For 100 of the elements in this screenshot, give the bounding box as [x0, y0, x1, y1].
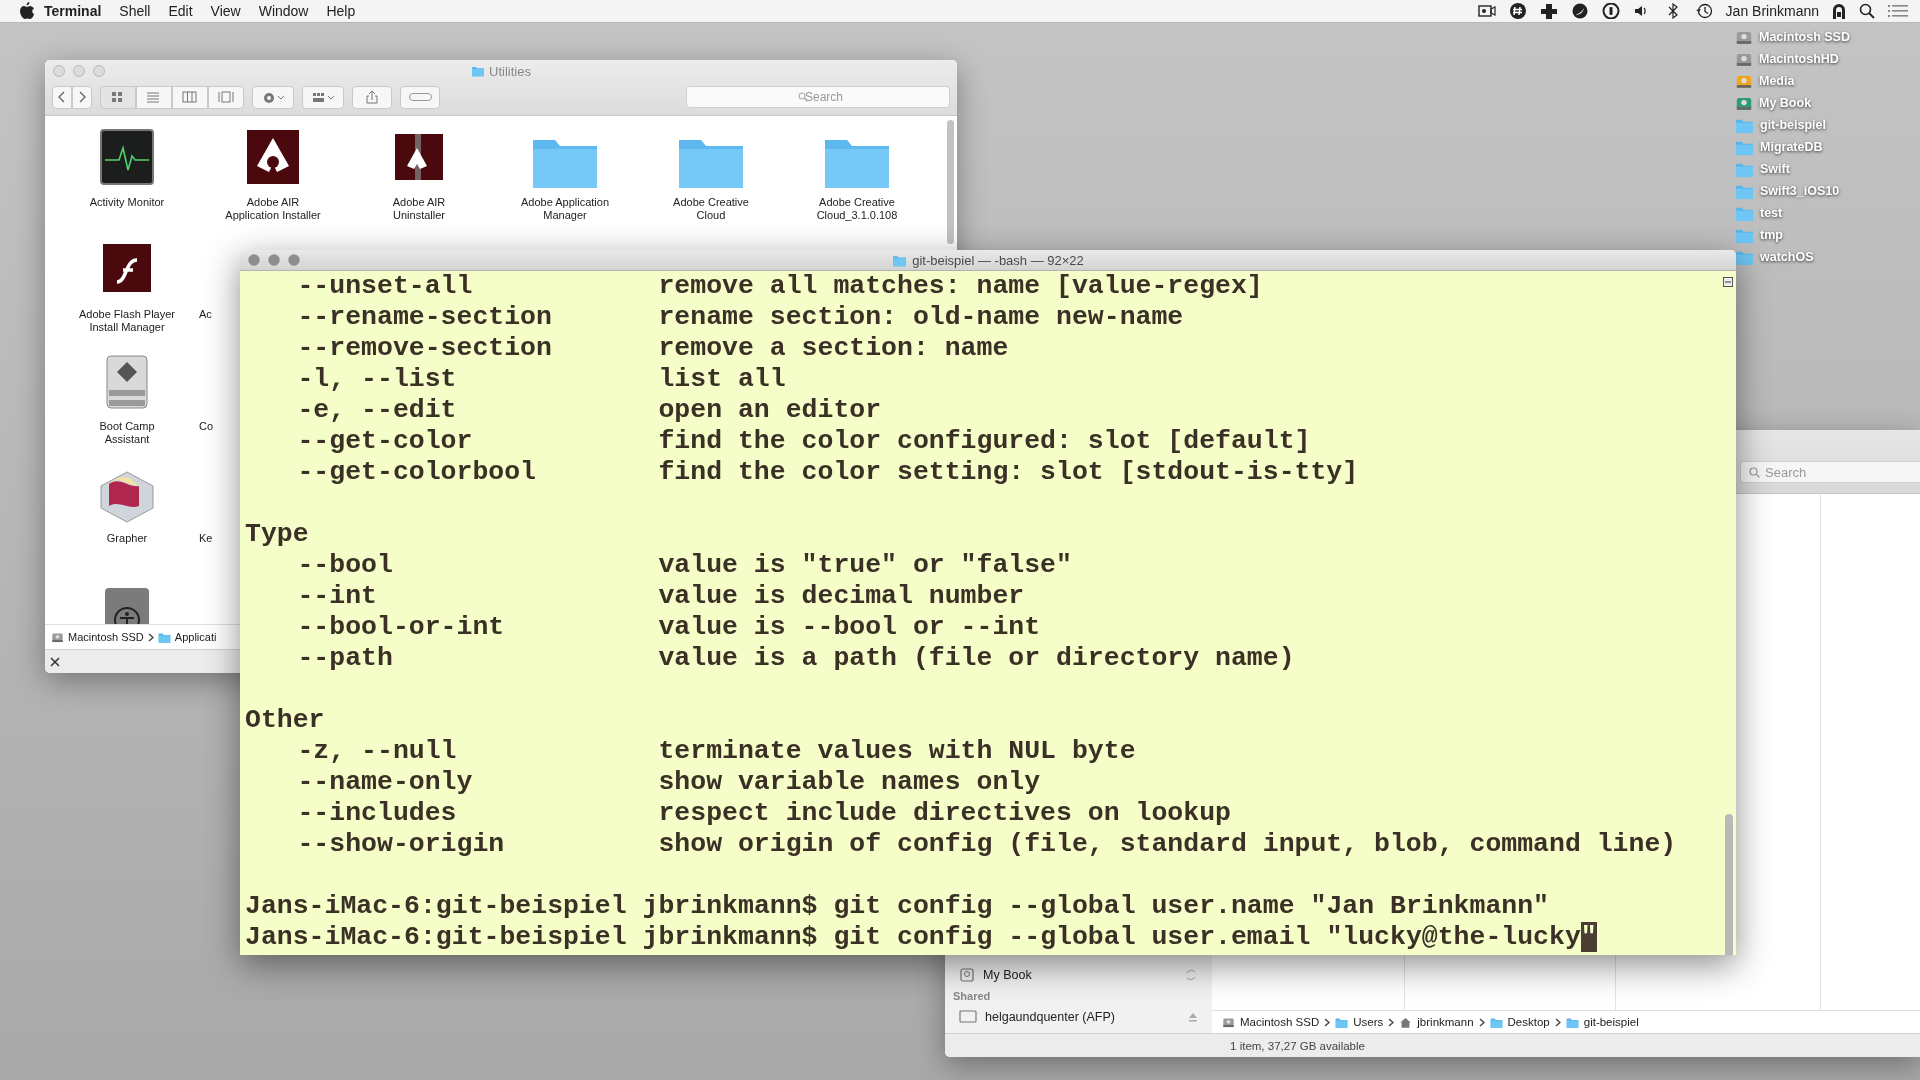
scrollbar[interactable] [947, 120, 954, 244]
option-name: -e, --edit [296, 395, 458, 426]
menu-item[interactable]: Edit [159, 0, 202, 22]
leaf-icon[interactable] [1570, 3, 1589, 19]
option-name: --path [296, 643, 394, 674]
sidebar-header: Shared [952, 989, 992, 1004]
tag-icon [408, 93, 432, 101]
option-name: --unset-all [296, 271, 474, 302]
minimize-button[interactable] [268, 254, 280, 266]
item-label: Adobe AIR Application Installer [225, 196, 321, 222]
column-view-button[interactable] [172, 85, 208, 109]
item-label: Adobe Flash Player Install Manager [79, 308, 175, 334]
command-line: Jans-iMac-6:git-beispiel jbrinkmann$ git config --global user.name "Jan Brinkmann" [245, 891, 1549, 922]
app-item[interactable]: Adobe Creative Cloud_3.1.0.108 [784, 126, 930, 238]
chevron-icon [1478, 1017, 1485, 1027]
path-item[interactable]: Desktop [1507, 1016, 1550, 1028]
item-label: Adobe Creative Cloud [673, 196, 749, 222]
app-item[interactable]: Boot Camp Assistant [54, 350, 200, 462]
app-item[interactable]: Activity Monitor [54, 126, 200, 238]
app-item[interactable]: Adobe AIR Uninstaller [346, 126, 492, 238]
sync-icon[interactable] [1184, 968, 1198, 982]
search-field[interactable]: Search [1740, 461, 1920, 483]
path-item[interactable]: Users [1353, 1016, 1384, 1028]
sidebar-label: My Book [983, 968, 1032, 982]
gallery-view-button[interactable] [208, 85, 244, 109]
status-text: 1 item, 37,27 GB available [1230, 1039, 1365, 1052]
option-name: --show-origin [296, 829, 506, 860]
plus-icon[interactable] [1539, 3, 1558, 19]
path-item[interactable]: Applicati [174, 631, 217, 643]
chevron-icon [1388, 1017, 1395, 1027]
drive-icon [959, 967, 975, 983]
path-item[interactable]: Macintosh SSD [68, 631, 144, 643]
path-item[interactable]: jbrinkmann [1417, 1016, 1474, 1028]
section-heading: Other [245, 705, 325, 736]
search-icon[interactable] [1859, 3, 1875, 19]
option-description: value is decimal number [658, 581, 1025, 612]
option-description: find the color setting: slot [stdout-is-tty] [658, 457, 1359, 488]
hash-icon[interactable] [1508, 3, 1527, 19]
app-item[interactable]: Adobe Creative Cloud [638, 126, 784, 238]
gallery-view-icon [218, 90, 234, 104]
app-item[interactable]: Adobe Application Manager [492, 126, 638, 238]
sidebar-item[interactable]: helgaundquenter (AFP) [945, 1005, 1212, 1029]
share-button[interactable] [352, 85, 392, 109]
back-button[interactable] [52, 85, 72, 109]
folder-icon [892, 253, 908, 267]
option-description: value is "true" or "false" [658, 550, 1072, 581]
clock-history-icon[interactable] [1694, 3, 1713, 19]
item-label: Ac [199, 307, 212, 321]
search-field[interactable]: Search [686, 86, 950, 108]
camera-icon[interactable] [1477, 3, 1496, 19]
option-description: show origin of config (file, standard input, blob, command line) [658, 829, 1677, 860]
resize-icon[interactable] [50, 656, 60, 667]
accessibility-icon [103, 586, 151, 624]
list-view-button[interactable] [136, 85, 172, 109]
path-item[interactable]: Macintosh SSD [1240, 1016, 1320, 1028]
option-description: value is a path (file or directory name) [658, 643, 1295, 674]
app-item[interactable]: Grapher [54, 462, 200, 574]
split-pane-icon[interactable] [1723, 277, 1733, 287]
close-button[interactable] [248, 254, 260, 266]
item-label: Adobe Creative Cloud_3.1.0.108 [816, 196, 898, 222]
tag-button[interactable] [400, 85, 440, 109]
zoom-button[interactable] [288, 254, 300, 266]
app-item[interactable]: Adobe AIR Application Installer [200, 126, 346, 238]
option-name: -z, --null [296, 736, 458, 767]
chevron-icon [147, 632, 154, 642]
sidebar-item[interactable]: My Book [945, 963, 1212, 987]
menu-icon[interactable] [1888, 4, 1908, 18]
option-description: remove a section: name [658, 333, 1009, 364]
item-label: Adobe Application Manager [520, 196, 610, 222]
item-label: Adobe AIR Uninstaller [392, 196, 446, 222]
monitor-icon [959, 1010, 977, 1024]
user-name[interactable]: Jan Brinkmann [1725, 3, 1819, 19]
eject-icon[interactable] [1188, 1012, 1198, 1022]
icon-view-button[interactable] [100, 85, 136, 109]
chevron-icon [1554, 1017, 1561, 1027]
apple-icon[interactable] [19, 2, 35, 20]
option-description: list all [658, 364, 786, 395]
action-icon [261, 90, 285, 104]
option-name: --bool-or-int [296, 612, 506, 643]
option-description: show variable names only [658, 767, 1041, 798]
action-button[interactable] [252, 85, 294, 109]
menu-item[interactable]: Window [249, 0, 318, 22]
menu-item[interactable]: Help [317, 0, 365, 22]
item-label: Ke [199, 531, 213, 545]
option-description: find the color configured: slot [default] [658, 426, 1311, 457]
path-item[interactable]: git-beispiel [1583, 1016, 1639, 1028]
option-name: --bool [296, 550, 394, 581]
option-description: remove all matches: name [value-regex] [658, 271, 1263, 302]
option-name: --remove-section [296, 333, 553, 364]
app-menu[interactable]: Terminal [35, 0, 111, 22]
menu-item[interactable]: View [201, 0, 250, 22]
arrange-icon [311, 91, 335, 103]
share-icon [366, 90, 378, 104]
menu-item[interactable]: Shell [110, 0, 160, 22]
option-name: -l, --list [296, 364, 458, 395]
forward-button[interactable] [72, 85, 92, 109]
arrange-button[interactable] [302, 85, 344, 109]
scrollbar[interactable] [1725, 814, 1733, 955]
column-view-icon [182, 90, 198, 104]
app-item[interactable]: Adobe Flash Player Install Manager [54, 238, 200, 350]
